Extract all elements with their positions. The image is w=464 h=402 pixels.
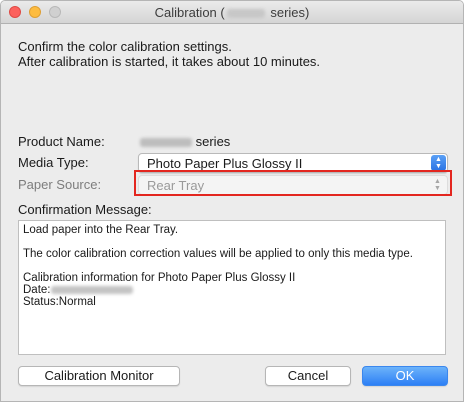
window-title-suffix: series) bbox=[266, 5, 310, 20]
paper-source-highlight-box bbox=[134, 170, 452, 196]
product-name-value: series bbox=[140, 134, 230, 149]
product-name-label: Product Name: bbox=[18, 134, 105, 149]
message-line-calibration-info: Calibration information for Photo Paper … bbox=[23, 272, 296, 284]
product-name-suffix: series bbox=[195, 134, 231, 149]
intro-line-1: Confirm the color calibration settings. bbox=[18, 39, 232, 54]
media-type-label: Media Type: bbox=[18, 155, 89, 170]
calibration-dialog: Calibration ( series) Confirm the color … bbox=[0, 0, 464, 402]
message-line-load-paper: Load paper into the Rear Tray. bbox=[23, 224, 179, 236]
message-scrollbar[interactable] bbox=[431, 221, 445, 354]
message-line-status: Status:Normal bbox=[23, 296, 96, 308]
ok-button[interactable]: OK bbox=[362, 366, 448, 386]
message-line-date: Date: bbox=[23, 284, 441, 296]
message-line-correction: The color calibration correction values … bbox=[23, 248, 413, 260]
cancel-button[interactable]: Cancel bbox=[265, 366, 351, 386]
confirmation-message-label: Confirmation Message: bbox=[18, 202, 152, 217]
paper-source-label: Paper Source: bbox=[18, 177, 102, 192]
message-date-label: Date: bbox=[23, 284, 51, 296]
intro-line-2: After calibration is started, it takes a… bbox=[18, 54, 321, 69]
window-title-prefix: Calibration ( bbox=[154, 5, 225, 20]
intro-text: Confirm the color calibration settings. … bbox=[18, 39, 320, 69]
media-type-value: Photo Paper Plus Glossy II bbox=[147, 156, 303, 171]
title-bar: Calibration ( series) bbox=[1, 1, 463, 24]
updown-chevron-icon: ▲ ▼ bbox=[431, 155, 446, 171]
confirmation-message-box[interactable]: Load paper into the Rear Tray. The color… bbox=[18, 220, 446, 355]
redacted-date bbox=[50, 285, 133, 294]
redacted-product-model bbox=[140, 138, 192, 148]
redacted-model-name bbox=[226, 9, 265, 19]
window-title: Calibration ( series) bbox=[1, 5, 463, 20]
calibration-monitor-button[interactable]: Calibration Monitor bbox=[18, 366, 180, 386]
